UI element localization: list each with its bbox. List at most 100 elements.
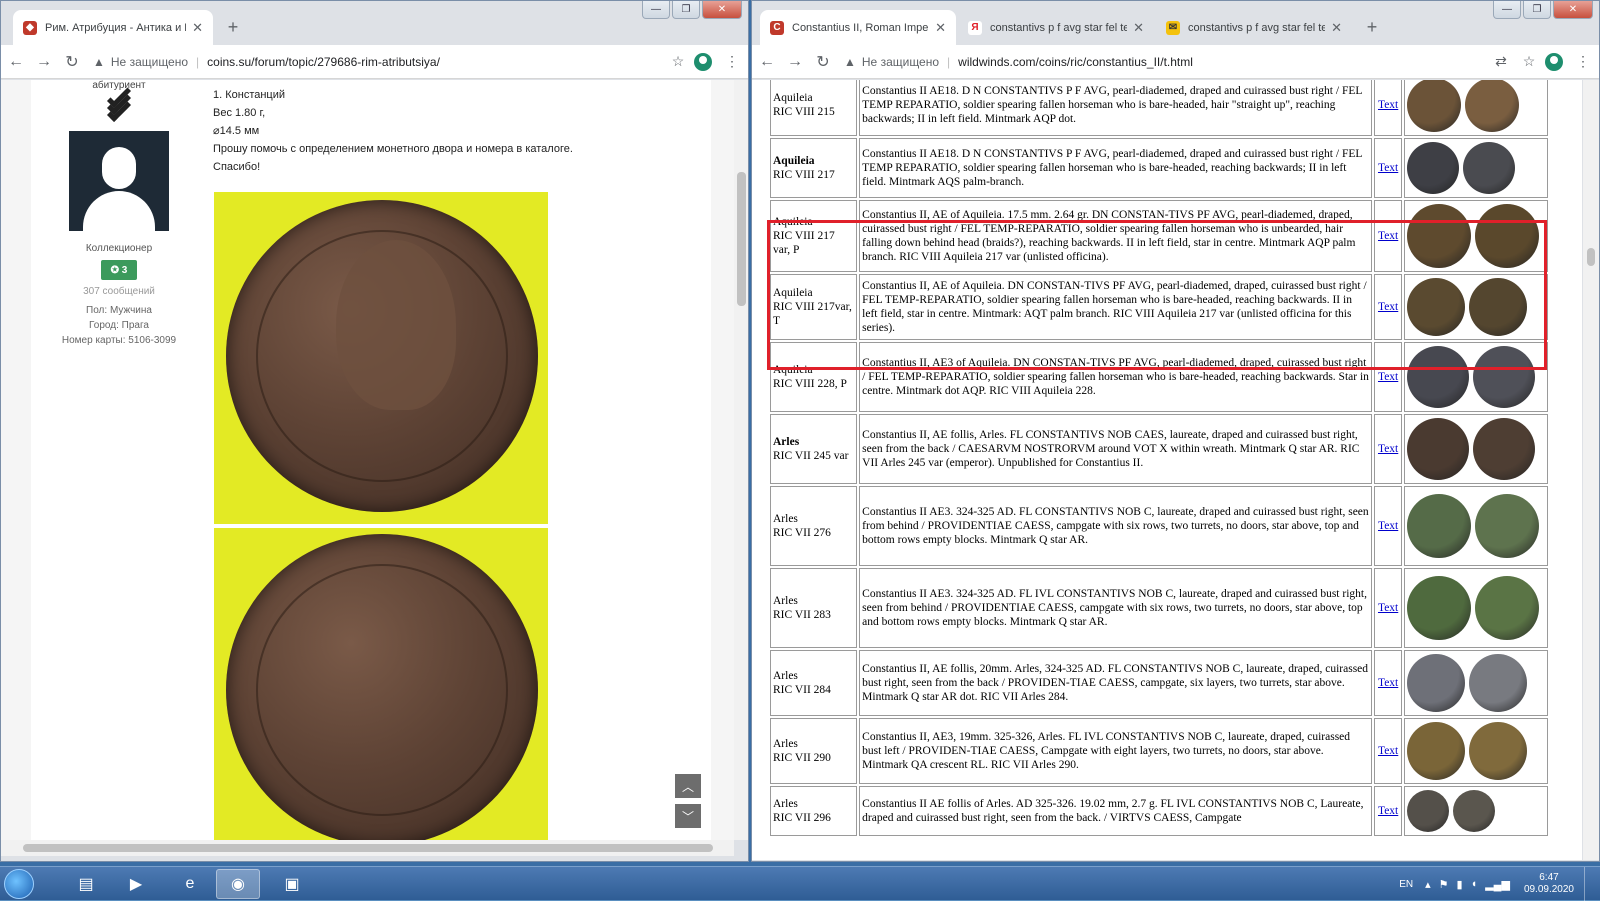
text-link[interactable]: Text [1378, 602, 1398, 614]
minimize-button[interactable]: — [642, 1, 670, 19]
menu-dots-icon[interactable]: ⋮ [1571, 50, 1595, 74]
clock[interactable]: 6:47 09.09.2020 [1524, 872, 1574, 896]
close-window-button[interactable]: ✕ [702, 1, 742, 19]
coin-thumbnail[interactable] [1407, 722, 1545, 780]
text-link[interactable]: Text [1378, 99, 1398, 111]
chrome-icon[interactable]: ◉ [216, 869, 260, 899]
horizontal-scrollbar[interactable] [1, 840, 734, 856]
back-arrow-icon[interactable]: ← [754, 49, 780, 75]
coin-thumbnail[interactable] [1407, 80, 1545, 132]
mint-cell: Arles RIC VII 296 [770, 786, 858, 836]
coin-obverse-thumb [1407, 576, 1472, 640]
coin-obverse-thumb [1407, 790, 1450, 832]
tray-arrow-icon[interactable]: ▴ [1425, 878, 1431, 891]
bookmark-star-icon[interactable]: ☆ [666, 50, 690, 74]
vertical-scrollbar[interactable] [734, 80, 748, 840]
mint-cell: Arles RIC VII 276 [770, 486, 858, 566]
mint-name: Aquileia [773, 287, 813, 299]
coin-thumbnail[interactable] [1407, 494, 1545, 558]
reputation-badge[interactable]: ✪ 3 [101, 260, 137, 280]
show-desktop-button[interactable] [1584, 867, 1594, 901]
menu-dots-icon[interactable]: ⋮ [720, 50, 744, 74]
coin-obverse-thumb [1407, 80, 1462, 132]
back-arrow-icon[interactable]: ← [3, 49, 29, 75]
scroll-bottom-button[interactable]: ﹀ [675, 804, 701, 828]
close-window-button[interactable]: ✕ [1553, 1, 1593, 19]
maximize-button[interactable]: ❐ [1523, 1, 1551, 19]
scrollbar-thumb[interactable] [1587, 248, 1595, 266]
battery-icon[interactable]: ▮ [1457, 878, 1463, 891]
scrollbar-thumb[interactable] [737, 172, 746, 306]
forward-arrow-icon[interactable]: → [782, 49, 808, 75]
tab-title: constantivs p f avg star fel temp [990, 21, 1127, 34]
tab-close-icon[interactable]: ✕ [1331, 20, 1342, 36]
text-link[interactable]: Text [1378, 677, 1398, 689]
flag-icon[interactable]: ⚑ [1439, 878, 1449, 891]
ric-number: RIC VII 284 [773, 684, 831, 696]
mint-cell: Arles RIC VII 245 var [770, 414, 858, 484]
tab-close-icon[interactable]: ✕ [192, 20, 203, 36]
maximize-button[interactable]: ❐ [672, 1, 700, 19]
text-link[interactable]: Text [1378, 805, 1398, 817]
bookmark-star-icon[interactable]: ☆ [1517, 50, 1541, 74]
coin-reverse-thumb [1469, 722, 1528, 780]
forward-arrow-icon[interactable]: → [31, 49, 57, 75]
ric-number: RIC VII 290 [773, 752, 831, 764]
coin-thumbnail[interactable] [1407, 278, 1545, 336]
tab-mail-search[interactable]: ✉ constantivs p f avg star fel temp ✕ [1156, 10, 1352, 45]
coin-reverse-thumb [1469, 278, 1528, 336]
media-player-icon[interactable]: ▶ [114, 869, 158, 899]
coin-reverse-photo[interactable] [214, 528, 548, 840]
scrollbar-thumb[interactable] [23, 844, 713, 852]
coin-thumbnail[interactable] [1407, 418, 1545, 480]
coin-obverse-photo[interactable] [214, 192, 548, 524]
address-bar[interactable]: ▲ Не защищено | wildwinds.com/coins/ric/… [844, 49, 1481, 75]
tab-close-icon[interactable]: ✕ [1133, 20, 1144, 36]
user-avatar[interactable] [69, 131, 169, 231]
profile-avatar-icon[interactable] [1545, 52, 1563, 71]
coin-reverse-thumb [1475, 576, 1540, 640]
coin-thumbnail[interactable] [1407, 142, 1545, 194]
reload-icon[interactable]: ↻ [59, 49, 85, 75]
post-line: Прошу помочь с определением монетного дв… [213, 143, 573, 155]
text-link[interactable]: Text [1378, 520, 1398, 532]
coin-image-cell [1404, 486, 1548, 566]
new-tab-button[interactable]: + [1360, 15, 1384, 39]
text-link[interactable]: Text [1378, 301, 1398, 313]
vertical-scrollbar[interactable] [1583, 80, 1599, 860]
text-link[interactable]: Text [1378, 162, 1398, 174]
message-count[interactable]: 307 сообщений [31, 286, 207, 297]
network-icon[interactable]: ▂▄▆ [1485, 878, 1510, 891]
internet-explorer-icon[interactable]: e [168, 869, 212, 899]
start-button[interactable] [4, 869, 34, 899]
text-link[interactable]: Text [1378, 745, 1398, 757]
scroll-top-button[interactable]: ︿ [675, 774, 701, 798]
tab-coins-forum[interactable]: ◆ Рим. Атрибуция - Антика и Виз ✕ [13, 10, 213, 45]
coin-thumbnail[interactable] [1407, 790, 1545, 832]
tab-wildwinds[interactable]: C Constantius II, Roman Imperial C ✕ [760, 10, 956, 45]
coin-thumbnail[interactable] [1407, 576, 1545, 640]
coin-reverse-thumb [1473, 346, 1536, 408]
tab-yandex-search[interactable]: Я constantivs p f avg star fel temp ✕ [958, 10, 1154, 45]
mint-cell: Aquileia RIC VIII 217 var, P [770, 200, 858, 272]
reload-icon[interactable]: ↻ [810, 49, 836, 75]
tab-close-icon[interactable]: ✕ [935, 20, 946, 36]
mint-cell: Arles RIC VII 283 [770, 568, 858, 648]
minimize-button[interactable]: — [1493, 1, 1521, 19]
coin-thumbnail[interactable] [1407, 204, 1545, 268]
ric-number: RIC VII 276 [773, 527, 831, 539]
translate-icon[interactable]: ⇄ [1489, 50, 1513, 74]
tab-title: Рим. Атрибуция - Антика и Виз [45, 21, 186, 34]
profile-avatar-icon[interactable] [694, 52, 712, 71]
coin-thumbnail[interactable] [1407, 346, 1545, 408]
coin-thumbnail[interactable] [1407, 654, 1545, 712]
camera-app-icon[interactable]: ▣ [270, 869, 314, 899]
explorer-icon[interactable]: ▤ [64, 869, 108, 899]
text-link[interactable]: Text [1378, 443, 1398, 455]
text-link[interactable]: Text [1378, 230, 1398, 242]
new-tab-button[interactable]: + [221, 15, 245, 39]
address-bar[interactable]: ▲ Не защищено | coins.su/forum/topic/279… [93, 49, 658, 75]
language-indicator[interactable]: EN [1399, 879, 1413, 890]
text-link[interactable]: Text [1378, 371, 1398, 383]
volume-icon[interactable]: ◖ [1471, 878, 1478, 890]
